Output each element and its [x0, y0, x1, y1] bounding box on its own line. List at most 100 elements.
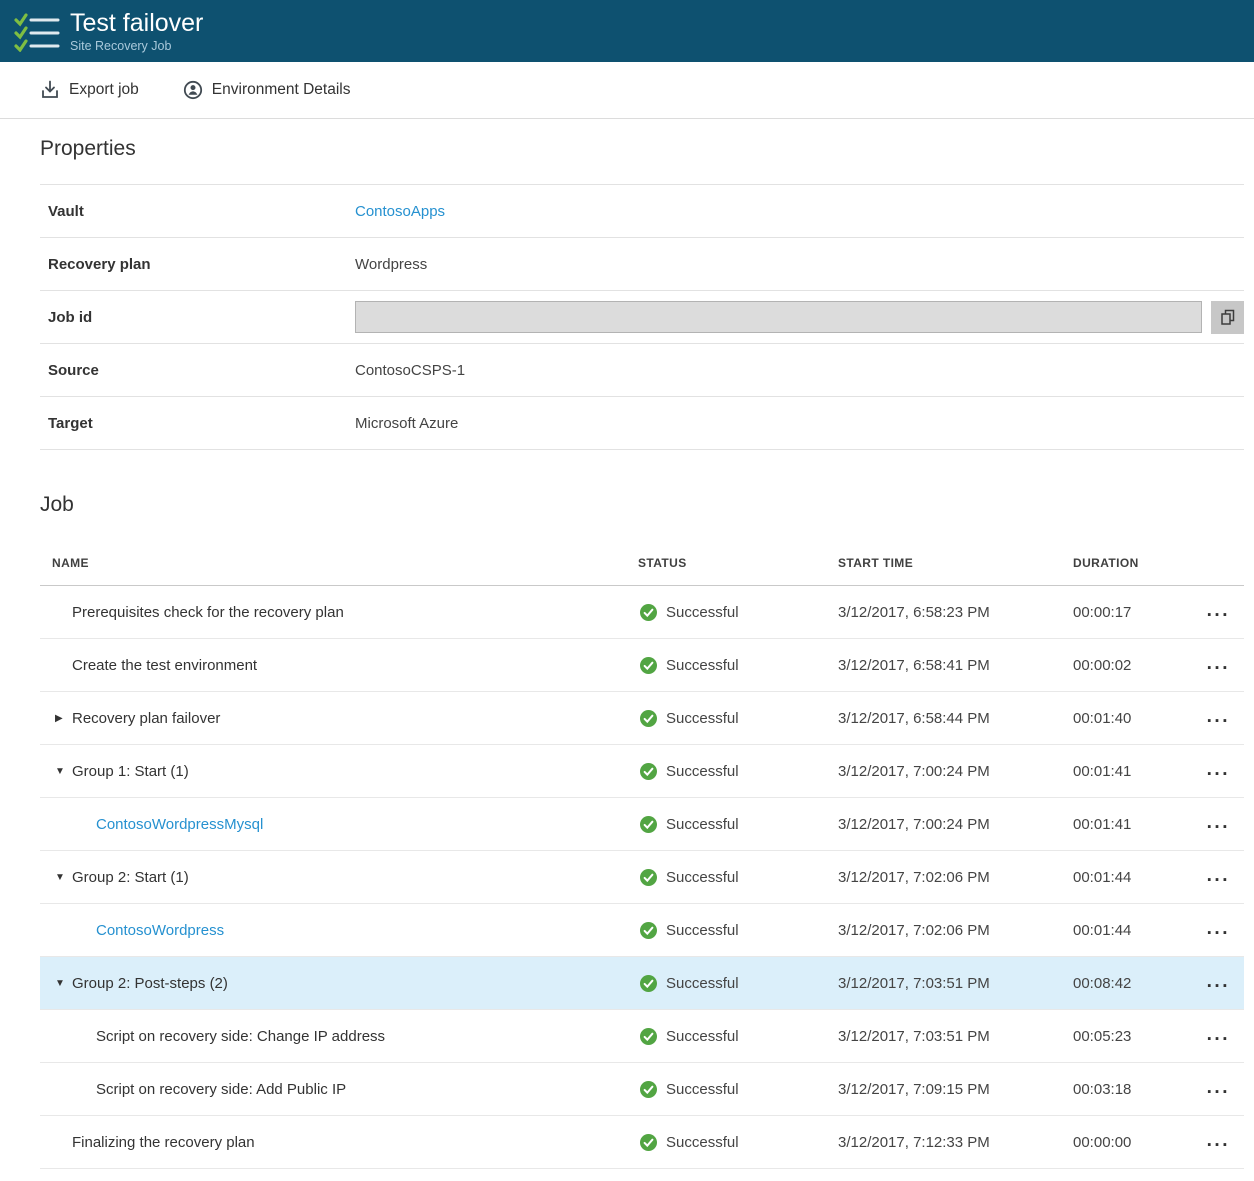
status-label: Successful: [666, 763, 739, 780]
property-label: Source: [40, 362, 355, 379]
job-row-name-cell: Finalizing the recovery plan: [40, 1134, 638, 1151]
property-link[interactable]: ContosoApps: [355, 203, 445, 220]
job-row-actions-cell: ...: [1190, 656, 1244, 674]
duration: 00:03:18: [1073, 1081, 1190, 1098]
job-step-name[interactable]: ContosoWordpressMysql: [96, 816, 263, 833]
job-step-name: Finalizing the recovery plan: [72, 1134, 255, 1151]
job-row[interactable]: Create the test environment Successful 3…: [40, 639, 1244, 692]
row-menu-button[interactable]: ...: [1207, 658, 1230, 670]
page-title: Test failover: [70, 10, 203, 37]
row-menu-button[interactable]: ...: [1207, 711, 1230, 723]
expander-icon[interactable]: ▶: [55, 713, 72, 724]
environment-details-label: Environment Details: [212, 81, 351, 99]
expander-icon[interactable]: ▼: [55, 872, 72, 883]
job-row[interactable]: Script on recovery side: Change IP addre…: [40, 1010, 1244, 1063]
expander-icon[interactable]: ▼: [55, 766, 72, 777]
job-row-status-cell: Successful: [638, 763, 838, 780]
start-time: 3/12/2017, 7:02:06 PM: [838, 922, 1073, 939]
job-step-name: Prerequisites check for the recovery pla…: [72, 604, 344, 621]
job-table: NAME STATUS START TIME DURATION Prerequi…: [40, 540, 1244, 1169]
duration: 00:01:41: [1073, 763, 1190, 780]
row-menu-button[interactable]: ...: [1207, 764, 1230, 776]
job-row-actions-cell: ...: [1190, 1027, 1244, 1045]
job-row-name-cell: Script on recovery side: Change IP addre…: [40, 1028, 638, 1045]
property-value: Microsoft Azure: [355, 415, 1244, 432]
status-label: Successful: [666, 922, 739, 939]
job-row-actions-cell: ...: [1190, 762, 1244, 780]
row-menu-button[interactable]: ...: [1207, 923, 1230, 935]
job-row-actions-cell: ...: [1190, 1080, 1244, 1098]
row-menu-button[interactable]: ...: [1207, 870, 1230, 882]
properties-table: Vault ContosoApps Recovery plan Wordpres…: [40, 184, 1244, 450]
row-menu-button[interactable]: ...: [1207, 976, 1230, 988]
column-header-start-time: START TIME: [838, 556, 1073, 570]
job-id-input[interactable]: [355, 301, 1202, 333]
duration: 00:01:41: [1073, 816, 1190, 833]
status-label: Successful: [666, 657, 739, 674]
job-step-name: Script on recovery side: Add Public IP: [96, 1081, 346, 1098]
property-row: Source ContosoCSPS-1: [40, 343, 1244, 396]
environment-details-button[interactable]: Environment Details: [183, 80, 351, 100]
property-label: Vault: [40, 203, 355, 220]
copy-button[interactable]: [1211, 301, 1244, 334]
job-step-name: Group 2: Start (1): [72, 869, 189, 886]
job-row-status-cell: Successful: [638, 1081, 838, 1098]
column-header-status: STATUS: [638, 556, 838, 570]
status-label: Successful: [666, 1081, 739, 1098]
duration: 00:00:00: [1073, 1134, 1190, 1151]
column-header-name: NAME: [40, 556, 638, 570]
row-menu-button[interactable]: ...: [1207, 1029, 1230, 1041]
property-row: Target Microsoft Azure: [40, 396, 1244, 449]
job-row-actions-cell: ...: [1190, 815, 1244, 833]
start-time: 3/12/2017, 7:00:24 PM: [838, 763, 1073, 780]
job-row[interactable]: ▼ Group 2: Start (1) Successful 3/12/201…: [40, 851, 1244, 904]
job-row[interactable]: ▼ Group 2: Post-steps (2) Successful 3/1…: [40, 957, 1244, 1010]
job-row[interactable]: Finalizing the recovery plan Successful …: [40, 1116, 1244, 1169]
job-row-actions-cell: ...: [1190, 709, 1244, 727]
job-row-actions-cell: ...: [1190, 1133, 1244, 1151]
status-label: Successful: [666, 869, 739, 886]
job-row[interactable]: ▶ Recovery plan failover Successful 3/12…: [40, 692, 1244, 745]
start-time: 3/12/2017, 7:02:06 PM: [838, 869, 1073, 886]
row-menu-button[interactable]: ...: [1207, 605, 1230, 617]
job-step-name: Script on recovery side: Change IP addre…: [96, 1028, 385, 1045]
job-table-header: NAME STATUS START TIME DURATION: [40, 540, 1244, 586]
success-status-icon: [640, 975, 657, 992]
job-step-name: Recovery plan failover: [72, 710, 220, 727]
job-table-body: Prerequisites check for the recovery pla…: [40, 586, 1244, 1169]
job-row-name-cell: Prerequisites check for the recovery pla…: [40, 604, 638, 621]
job-row-name-cell: Create the test environment: [40, 657, 638, 674]
job-id-wrap: [355, 301, 1244, 334]
job-row-name-cell: Script on recovery side: Add Public IP: [40, 1081, 638, 1098]
copy-icon: [1219, 308, 1237, 326]
job-row-name-cell: ▼ Group 1: Start (1): [40, 763, 638, 780]
job-step-name: Group 1: Start (1): [72, 763, 189, 780]
success-status-icon: [640, 922, 657, 939]
row-menu-button[interactable]: ...: [1207, 817, 1230, 829]
expander-icon[interactable]: ▼: [55, 978, 72, 989]
property-text: ContosoCSPS-1: [355, 362, 465, 379]
job-row[interactable]: ▼ Group 1: Start (1) Successful 3/12/201…: [40, 745, 1244, 798]
property-row: Recovery plan Wordpress: [40, 237, 1244, 290]
success-status-icon: [640, 763, 657, 780]
job-row[interactable]: Prerequisites check for the recovery pla…: [40, 586, 1244, 639]
duration: 00:01:44: [1073, 922, 1190, 939]
page-subtitle: Site Recovery Job: [70, 39, 203, 53]
job-row[interactable]: ContosoWordpress Successful 3/12/2017, 7…: [40, 904, 1244, 957]
job-step-name[interactable]: ContosoWordpress: [96, 922, 224, 939]
property-row: Vault ContosoApps: [40, 184, 1244, 237]
property-label: Job id: [40, 309, 355, 326]
job-row-name-cell: ContosoWordpress: [40, 922, 638, 939]
job-heading: Job: [40, 493, 1244, 517]
job-row[interactable]: Script on recovery side: Add Public IP S…: [40, 1063, 1244, 1116]
job-row-status-cell: Successful: [638, 1134, 838, 1151]
property-value: ContosoApps: [355, 203, 1244, 220]
blade-content: Properties Vault ContosoApps Recovery pl…: [0, 137, 1254, 1169]
job-row[interactable]: ContosoWordpressMysql Successful 3/12/20…: [40, 798, 1244, 851]
export-job-button[interactable]: Export job: [40, 80, 139, 100]
job-row-actions-cell: ...: [1190, 921, 1244, 939]
column-header-duration: DURATION: [1073, 556, 1190, 570]
row-menu-button[interactable]: ...: [1207, 1082, 1230, 1094]
job-row-status-cell: Successful: [638, 975, 838, 992]
row-menu-button[interactable]: ...: [1207, 1135, 1230, 1147]
